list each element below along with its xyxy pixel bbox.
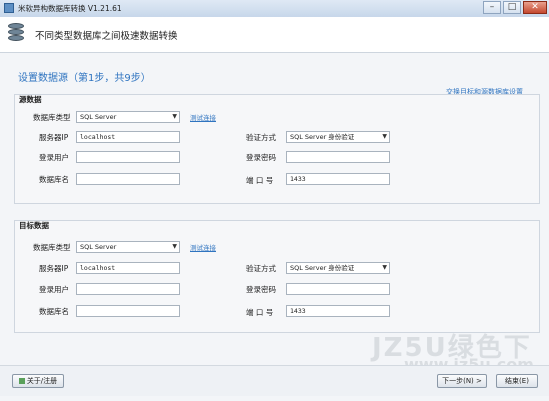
source-db-type-value: SQL Server	[80, 113, 117, 121]
target-dbname-input[interactable]	[76, 305, 180, 317]
chevron-down-icon: ▼	[172, 243, 177, 250]
target-password-input[interactable]	[286, 283, 390, 295]
about-register-label: 关于/注册	[26, 377, 58, 385]
database-icon	[8, 23, 26, 45]
source-password-input[interactable]	[286, 151, 390, 163]
source-auth-select[interactable]: SQL Server 身份验证 ▼	[286, 131, 390, 143]
window-title: 米软异构数据库转换 V1.21.61	[18, 4, 122, 13]
source-dbname-label: 数据库名	[39, 175, 69, 184]
target-port-input[interactable]: 1433	[286, 305, 390, 317]
header-banner: 不同类型数据库之间极速数据转换	[0, 17, 549, 53]
target-auth-select[interactable]: SQL Server 身份验证 ▼	[286, 262, 390, 274]
target-group-title: 目标数据	[19, 221, 49, 230]
source-server-label: 服务器IP	[39, 133, 69, 142]
about-icon	[18, 378, 25, 384]
source-auth-value: SQL Server 身份验证	[290, 133, 355, 141]
maximize-button[interactable]: □	[503, 1, 521, 14]
target-port-label: 端 口 号	[246, 308, 274, 317]
chevron-down-icon: ▼	[172, 113, 177, 120]
source-user-input[interactable]	[76, 151, 180, 163]
minimize-button[interactable]: –	[483, 1, 501, 14]
title-bar: 米软异构数据库转换 V1.21.61 – □ ✕	[0, 0, 549, 18]
target-auth-label: 验证方式	[246, 264, 276, 273]
source-db-type-label: 数据库类型	[33, 113, 71, 122]
target-db-type-value: SQL Server	[80, 243, 117, 251]
source-group-title: 源数据	[19, 95, 42, 104]
source-password-label: 登录密码	[246, 153, 276, 162]
target-password-label: 登录密码	[246, 285, 276, 294]
target-user-label: 登录用户	[39, 285, 69, 294]
source-test-connection-link[interactable]: 测试连接	[190, 112, 216, 122]
about-register-button[interactable]: 关于/注册	[12, 374, 64, 388]
source-server-input[interactable]: localhost	[76, 131, 180, 143]
target-db-type-select[interactable]: SQL Server ▼	[76, 241, 180, 253]
footer-bar: 关于/注册 下一步(N) > 结束(E)	[0, 365, 549, 396]
source-group: 源数据 数据库类型 SQL Server ▼ 测试连接 服务器IP localho…	[14, 94, 540, 204]
source-user-label: 登录用户	[39, 153, 69, 162]
app-icon	[4, 3, 14, 13]
chevron-down-icon: ▼	[382, 133, 387, 140]
step-title: 设置数据源（第1步，共9步）	[18, 73, 151, 84]
header-text: 不同类型数据库之间极速数据转换	[35, 31, 178, 42]
target-db-type-label: 数据库类型	[33, 243, 71, 252]
close-button[interactable]: ✕	[523, 1, 547, 14]
source-dbname-input[interactable]	[76, 173, 180, 185]
source-port-label: 端 口 号	[246, 176, 274, 185]
target-server-label: 服务器IP	[39, 264, 69, 273]
target-auth-value: SQL Server 身份验证	[290, 264, 355, 272]
source-port-input[interactable]: 1433	[286, 173, 390, 185]
next-button[interactable]: 下一步(N) >	[437, 374, 487, 388]
finish-button[interactable]: 结束(E)	[496, 374, 538, 388]
target-group: 目标数据 数据库类型 SQL Server ▼ 测试连接 服务器IP localh…	[14, 220, 540, 333]
source-auth-label: 验证方式	[246, 133, 276, 142]
source-db-type-select[interactable]: SQL Server ▼	[76, 111, 180, 123]
target-user-input[interactable]	[76, 283, 180, 295]
target-test-connection-link[interactable]: 测试连接	[190, 242, 216, 252]
target-server-input[interactable]: localhost	[76, 262, 180, 274]
chevron-down-icon: ▼	[382, 264, 387, 271]
target-dbname-label: 数据库名	[39, 307, 69, 316]
